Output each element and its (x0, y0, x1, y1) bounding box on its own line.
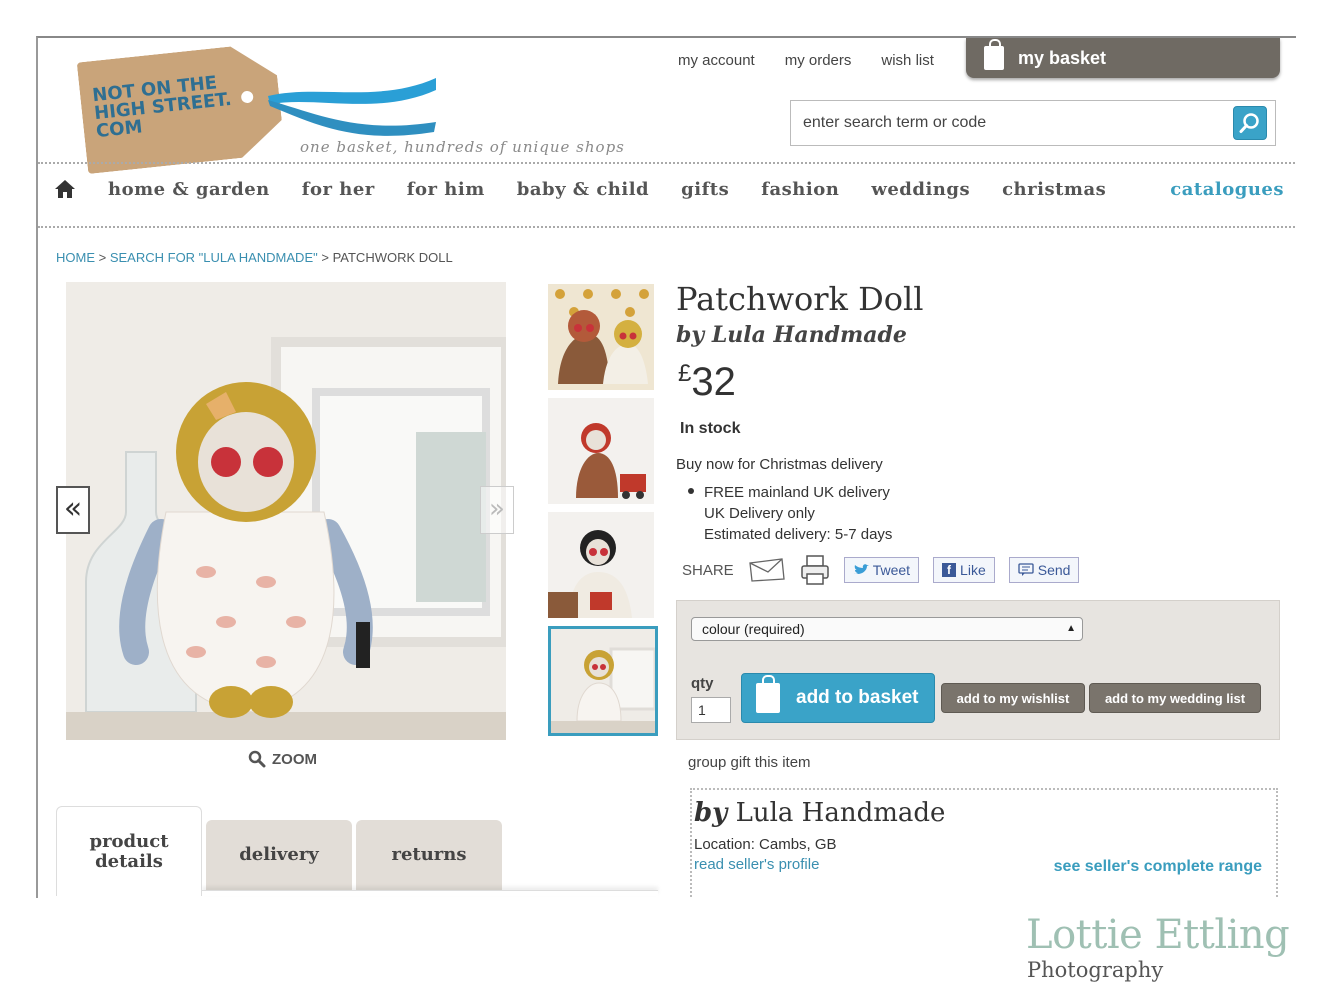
my-orders-link[interactable]: my orders (785, 52, 852, 69)
delivery-line: UK Delivery only (704, 505, 815, 522)
qty-input[interactable]: 1 (691, 697, 731, 723)
add-to-wishlist-button[interactable]: add to my wishlist (941, 683, 1085, 713)
browser-page: NOT ON THE HIGH STREET. COM one basket, … (36, 36, 1296, 898)
delivery-line: FREE mainland UK delivery (704, 484, 890, 501)
zoom-label: ZOOM (272, 750, 317, 768)
facebook-like-button[interactable]: f Like (933, 557, 995, 583)
delivery-line: Estimated delivery: 5-7 days (704, 526, 893, 543)
add-to-basket-label: add to basket (796, 687, 919, 708)
nav-gifts[interactable]: gifts (681, 179, 729, 200)
seller-profile-link[interactable]: read seller's profile (694, 856, 819, 873)
seller-by: by (694, 798, 728, 828)
nav-for-her[interactable]: for her (302, 179, 375, 200)
tagline: one basket, hundreds of unique shops (300, 138, 625, 156)
divider (38, 226, 1296, 228)
colour-select[interactable]: colour (required) ▲ (691, 617, 1083, 641)
my-basket-label: my basket (1018, 47, 1107, 68)
nav-fashion[interactable]: fashion (761, 179, 839, 200)
currency-symbol: £ (678, 360, 692, 387)
nav-weddings[interactable]: weddings (871, 179, 970, 200)
search-icon (1239, 113, 1259, 133)
my-account-link[interactable]: my account (678, 52, 755, 69)
breadcrumb: HOME > SEARCH FOR "LULA HANDMADE" > PATC… (56, 250, 453, 265)
breadcrumb-separator: > (321, 250, 329, 265)
purchase-panel: colour (required) ▲ qty 1 add to basket … (676, 600, 1280, 740)
print-icon[interactable] (800, 554, 830, 586)
search-input[interactable] (803, 114, 1223, 132)
nav-christmas[interactable]: christmas (1002, 179, 1106, 200)
price-value: 32 (691, 360, 736, 404)
add-to-wedding-list-button[interactable]: add to my wedding list (1089, 683, 1261, 713)
gallery-prev-button[interactable]: « (56, 486, 90, 534)
shopping-bag-icon (756, 675, 780, 713)
product-price: £32 (678, 360, 736, 405)
search-bar (790, 100, 1276, 146)
tweet-button[interactable]: Tweet (843, 557, 920, 583)
seller-range-link[interactable]: see seller's complete range (1054, 858, 1262, 876)
thumbnail[interactable] (548, 512, 654, 618)
breadcrumb-search[interactable]: SEARCH FOR "LULA HANDMADE" (110, 250, 318, 265)
christmas-delivery-note: Buy now for Christmas delivery (676, 456, 883, 473)
zoom-button[interactable]: ZOOM (248, 750, 317, 768)
watermark-subtitle: Photography (1027, 958, 1164, 982)
breadcrumb-home[interactable]: HOME (56, 250, 95, 265)
twitter-bird-icon (853, 564, 869, 575)
email-icon[interactable] (748, 557, 786, 583)
wish-list-link[interactable]: wish list (881, 52, 934, 69)
add-to-basket-button[interactable]: add to basket (741, 673, 935, 723)
account-links: my account my orders wish list (678, 52, 934, 69)
stock-status: In stock (680, 420, 741, 437)
send-label: Send (1037, 562, 1071, 578)
home-icon[interactable] (54, 178, 76, 200)
product-seller[interactable]: by Lula Handmade (676, 322, 907, 348)
colour-select-value: colour (required) (702, 621, 805, 637)
seller-heading: by Lula Handmade (694, 798, 945, 828)
group-gift-link[interactable]: group gift this item (688, 754, 811, 771)
seller-location: Location: Cambs, GB (694, 836, 837, 853)
my-basket-button[interactable]: my basket (966, 38, 1280, 78)
breadcrumb-separator: > (98, 250, 107, 265)
facebook-send-button[interactable]: Send (1008, 557, 1080, 583)
thumbnail-selected[interactable] (548, 626, 658, 736)
share-bar: SHARE Tweet f Like Send (682, 554, 1080, 586)
nav-catalogues[interactable]: catalogues (1170, 179, 1284, 200)
product-title: Patchwork Doll (676, 280, 924, 318)
tweet-label: Tweet (872, 562, 911, 578)
delivery-info: FREE mainland UK delivery UK Delivery on… (688, 482, 892, 545)
qty-label: qty (691, 675, 714, 692)
send-icon (1018, 563, 1034, 576)
like-label: Like (960, 562, 986, 578)
share-label: SHARE (682, 561, 734, 579)
product-main-image[interactable] (66, 282, 506, 740)
facebook-icon: f (942, 563, 957, 577)
tab-content-border (202, 890, 658, 896)
main-nav: home & garden for her for him baby & chi… (54, 178, 1284, 200)
nav-baby-child[interactable]: baby & child (517, 179, 649, 200)
logo-ribbon (268, 78, 436, 136)
tab-returns[interactable]: returns (356, 820, 502, 890)
seller-name: Lula Handmade (735, 798, 946, 828)
nav-for-him[interactable]: for him (407, 179, 485, 200)
bullet (688, 488, 694, 494)
search-button[interactable] (1233, 106, 1267, 140)
gallery-next-button[interactable]: » (480, 486, 514, 534)
thumbnail[interactable] (548, 398, 654, 504)
watermark-name: Lottie Ettling (1026, 912, 1290, 958)
breadcrumb-current: PATCHWORK DOLL (332, 250, 453, 265)
seller-box: by Lula Handmade Location: Cambs, GB rea… (690, 788, 1278, 898)
select-arrows-icon: ▲ (1066, 623, 1076, 634)
thumbnail-list (548, 284, 658, 744)
tab-product-details[interactable]: product details (56, 806, 202, 896)
magnifier-icon (248, 750, 266, 768)
doll-photo (66, 282, 506, 740)
shopping-bag-icon (984, 39, 1004, 70)
tab-delivery[interactable]: delivery (206, 820, 352, 890)
nav-home-garden[interactable]: home & garden (108, 179, 270, 200)
divider (38, 162, 1296, 164)
thumbnail[interactable] (548, 284, 654, 390)
